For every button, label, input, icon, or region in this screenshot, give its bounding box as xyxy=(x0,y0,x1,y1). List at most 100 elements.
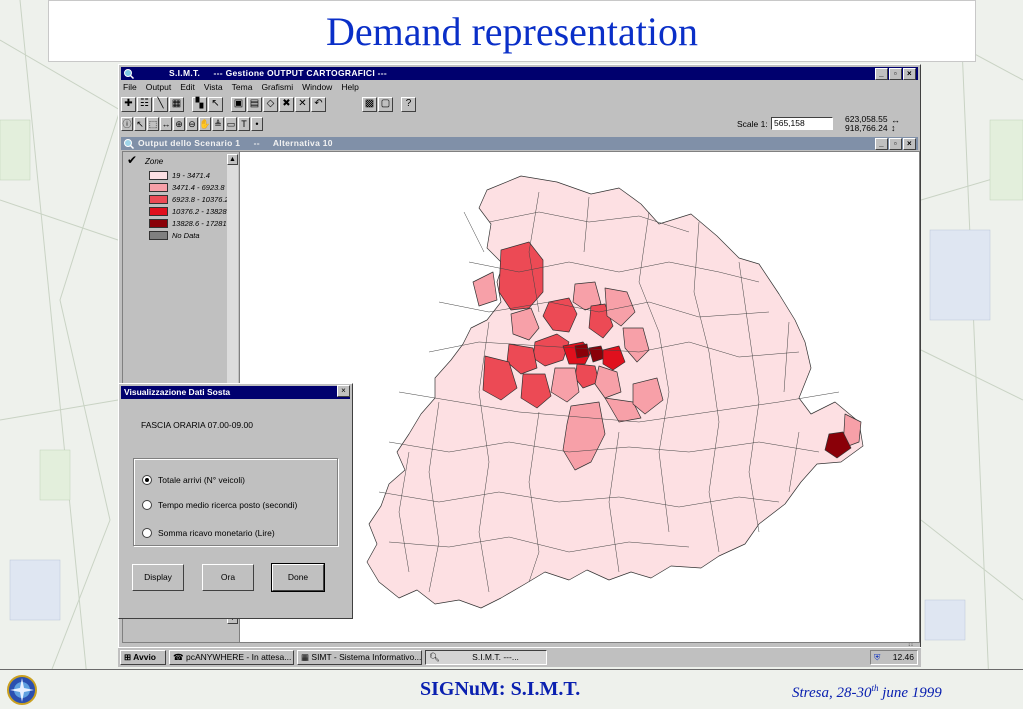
legend-swatch xyxy=(149,231,168,240)
main-toolbar: ✚ ☷ ╲ ▦ ▚ ↖ ▣ ▤ ◇ ✖ ✕ ↶ ▩ ▢ ? xyxy=(121,95,416,113)
layout-icon[interactable]: ▩ xyxy=(362,96,377,112)
legend-swatch xyxy=(149,195,168,204)
pcanywhere-icon: ☎ xyxy=(173,652,184,662)
select-features-icon[interactable]: ▣ xyxy=(231,96,246,112)
area-icon[interactable]: ▭ xyxy=(225,117,237,131)
legend-swatch xyxy=(149,207,168,216)
zoom-in-icon[interactable]: ⊕ xyxy=(173,117,185,131)
menu-grafismi[interactable]: Grafismi xyxy=(261,81,293,94)
dialog-close-button[interactable]: × xyxy=(337,385,350,397)
zoom-out-icon[interactable]: ⊖ xyxy=(186,117,198,131)
map-minimize-button[interactable]: _ xyxy=(875,138,888,150)
coord-y: 918,766.24 xyxy=(845,123,888,133)
option-somma-ricavo[interactable]: Somma ricavo monetario (Lire) xyxy=(142,528,275,538)
maximize-button[interactable]: ▫ xyxy=(889,68,902,80)
coordinate-readout: 623,058.55 918,766.24 xyxy=(845,115,888,133)
legend-item: No Data xyxy=(149,231,227,240)
zoom-previous-icon[interactable]: ↶ xyxy=(311,96,326,112)
menu-output[interactable]: Output xyxy=(146,81,172,94)
legend-swatch xyxy=(149,183,168,192)
scale-input[interactable]: 565,158 xyxy=(771,117,833,130)
dialog-title[interactable]: Visualizzazione Dati Sosta xyxy=(121,386,350,399)
radio-button-selected[interactable] xyxy=(142,475,152,485)
minimize-button[interactable]: _ xyxy=(875,68,888,80)
start-button[interactable]: ⊞ Avvio xyxy=(120,650,166,665)
pick-icon[interactable]: ↖ xyxy=(208,96,223,112)
pointer-icon[interactable]: ↖ xyxy=(134,117,146,131)
map-window-title-bar[interactable]: Output dello Scenario 1 -- Alternativa 1… xyxy=(121,137,918,150)
add-theme-icon[interactable]: ✚ xyxy=(121,96,136,112)
map-window-title: Output dello Scenario 1 -- Alternativa 1… xyxy=(138,138,333,148)
shield-tray-icon[interactable]: ⛨ xyxy=(874,651,880,664)
task-label: S.I.M.T. ---... xyxy=(472,652,519,662)
table-icon[interactable]: ▦ xyxy=(169,96,184,112)
done-button[interactable]: Done xyxy=(271,563,325,592)
legend-label: No Data xyxy=(172,231,200,240)
scale-label: Scale 1: xyxy=(737,119,768,129)
map-region-darkest xyxy=(574,343,590,359)
zoom-full-icon[interactable]: ✖ xyxy=(279,96,294,112)
legend-label: 19 - 3471.4 xyxy=(172,171,210,180)
legend-item: 19 - 3471.4 xyxy=(149,171,227,180)
scroll-up-icon[interactable]: ▲ xyxy=(227,154,238,165)
option-totale-arrivi[interactable]: Totale arrivi (N° veicoli) xyxy=(142,475,245,485)
checkmark-icon[interactable]: ✔ xyxy=(127,153,137,167)
system-tray: ⛨ 12.46 xyxy=(870,650,918,665)
identify-icon[interactable]: ⓘ xyxy=(121,117,133,131)
menu-help[interactable]: Help xyxy=(341,81,358,94)
clear-select-icon[interactable]: ◇ xyxy=(263,96,278,112)
frame-icon[interactable]: ▢ xyxy=(378,96,393,112)
map-close-button[interactable]: × xyxy=(903,138,916,150)
text-tool-icon[interactable]: T xyxy=(238,117,250,131)
signum-logo-icon xyxy=(7,675,37,705)
app-title-bar[interactable]: S.I.M.T. --- Gestione OUTPUT CARTOGRAFIC… xyxy=(121,67,918,80)
radio-button[interactable] xyxy=(142,500,152,510)
menu-edit[interactable]: Edit xyxy=(180,81,195,94)
footer-date: Stresa, 28-30 xyxy=(792,685,872,701)
measure-icon[interactable]: ↔ xyxy=(160,117,172,131)
edit-legend-icon[interactable]: ╲ xyxy=(153,96,168,112)
legend-item: 13828.6 - 17281 xyxy=(149,219,227,228)
legend-swatch xyxy=(149,171,168,180)
select-all-icon[interactable]: ▤ xyxy=(247,96,262,112)
visualizzazione-dialog: Visualizzazione Dati Sosta × FASCIA ORAR… xyxy=(118,383,353,619)
taskbar-item-pcanywhere[interactable]: ☎ pcANYWHERE - In attesa... xyxy=(169,650,294,665)
point-tool-icon[interactable]: • xyxy=(251,117,263,131)
menu-vista[interactable]: Vista xyxy=(204,81,223,94)
zoom-active-icon[interactable]: ✕ xyxy=(295,96,310,112)
legend-item: 10376.2 - 13828.6 xyxy=(149,207,227,216)
magnifier-map-icon xyxy=(124,139,134,149)
radio-button[interactable] xyxy=(142,528,152,538)
theme-properties-icon[interactable]: ☷ xyxy=(137,96,152,112)
task-label: SIMT - Sistema Informativo... xyxy=(311,652,422,662)
taskbar: ⊞ Avvio ☎ pcANYWHERE - In attesa... ▦ SI… xyxy=(118,647,921,667)
legend-item: 6923.8 - 10376.2 xyxy=(149,195,227,204)
magnifier-app-icon xyxy=(124,69,134,79)
close-button[interactable]: × xyxy=(903,68,916,80)
display-button[interactable]: Display xyxy=(132,564,184,591)
windows-logo-icon: ⊞ xyxy=(124,652,132,662)
help-cursor-icon[interactable]: ? xyxy=(401,96,416,112)
magnifier-task-icon: 🔍︎ xyxy=(429,652,440,662)
map-maximize-button[interactable]: ▫ xyxy=(889,138,902,150)
taskbar-item-simt[interactable]: ▦ SIMT - Sistema Informativo... xyxy=(297,650,422,665)
binoculars-icon[interactable]: ▚ xyxy=(192,96,207,112)
option-label: Totale arrivi (N° veicoli) xyxy=(158,475,246,485)
ora-button[interactable]: Ora xyxy=(202,564,254,591)
menu-window[interactable]: Window xyxy=(302,81,332,94)
legend-label: 13828.6 - 17281 xyxy=(172,219,227,228)
vertex-icon[interactable]: ⬚ xyxy=(147,117,159,131)
label-icon[interactable]: ≜ xyxy=(212,117,224,131)
pan-hand-icon[interactable]: ✋ xyxy=(199,117,211,131)
menu-file[interactable]: File xyxy=(123,81,137,94)
menu-tema[interactable]: Tema xyxy=(232,81,253,94)
footer-month-year: june 1999 xyxy=(878,685,942,701)
footer-center-text: SIGNuM: S.I.M.T. xyxy=(420,678,581,700)
menu-bar: File Output Edit Vista Tema Grafismi Win… xyxy=(123,81,359,94)
legend-label: 3471.4 - 6923.8 xyxy=(172,183,225,192)
start-label: Avvio xyxy=(133,652,157,662)
map-region-medium xyxy=(472,271,498,307)
legend-title: Zone xyxy=(145,157,164,166)
taskbar-item-simt-output[interactable]: 🔍︎ S.I.M.T. ---... xyxy=(425,650,547,665)
option-tempo-medio[interactable]: Tempo medio ricerca posto (secondi) xyxy=(142,500,297,510)
